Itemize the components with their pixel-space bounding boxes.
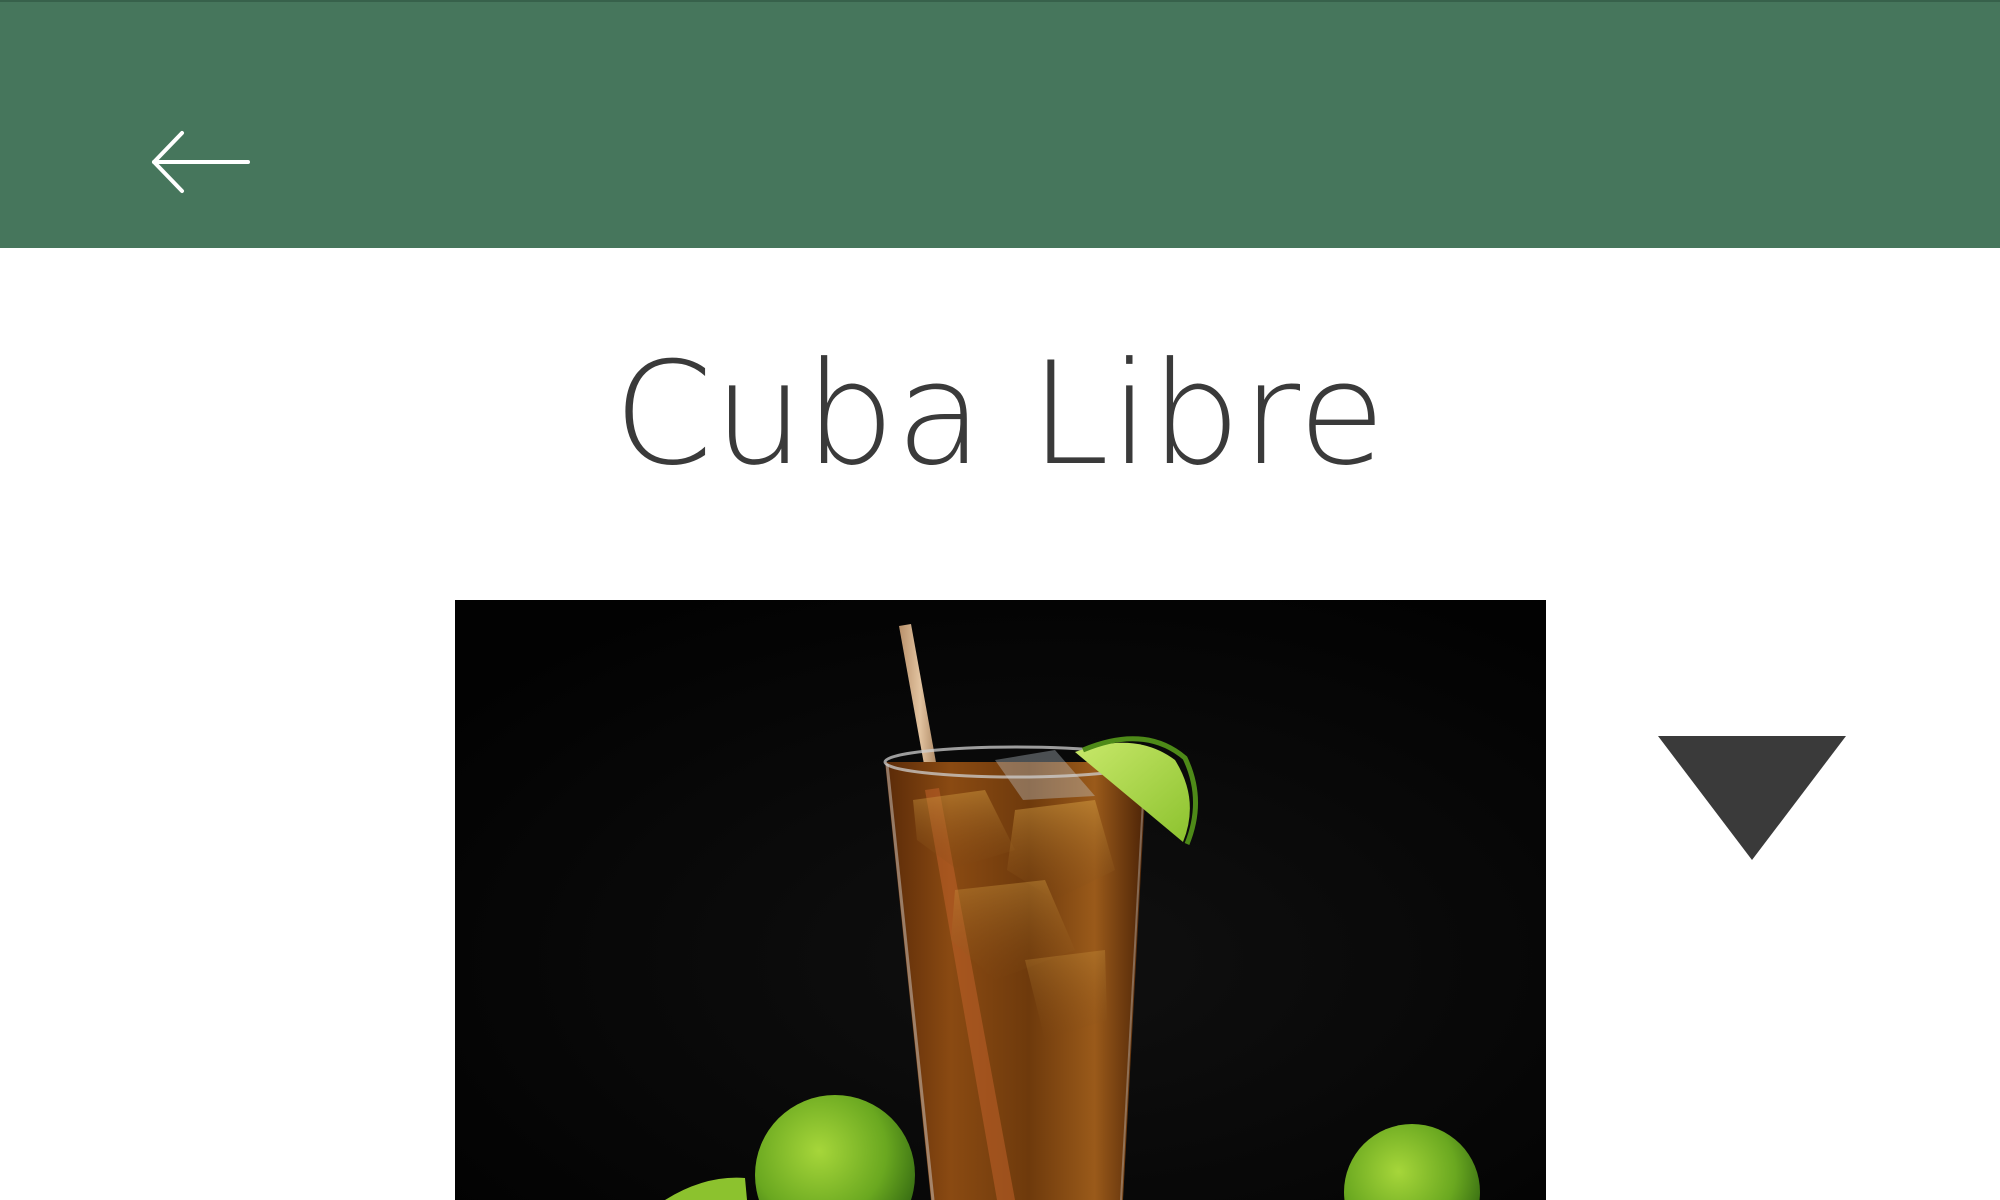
app-bar [0,0,2000,248]
drink-title: Cuba Libre [613,332,1387,497]
arrow-left-icon [152,131,250,193]
cuba-libre-photo-image [455,600,1546,1200]
drink-photo [455,600,1546,1200]
expand-toggle-button[interactable] [1652,730,1852,866]
back-button[interactable] [138,120,258,204]
triangle-down-icon [1658,736,1846,860]
